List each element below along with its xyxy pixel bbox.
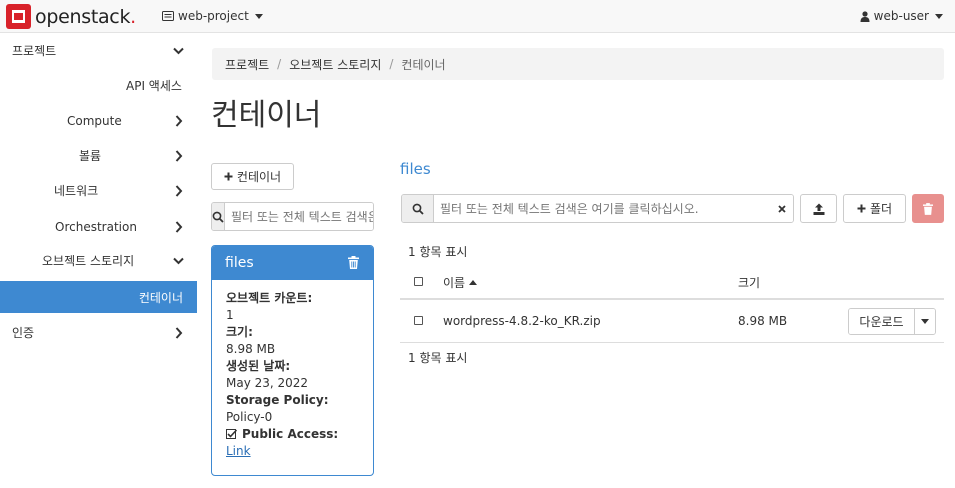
plus-icon [224, 172, 233, 181]
checkbox-checked-icon[interactable] [226, 429, 237, 440]
page-title: 컨테이너 [211, 98, 322, 133]
public-link[interactable]: Link [226, 444, 251, 458]
user-icon [860, 10, 870, 22]
items-count-bottom: 1 항목 표시 [408, 351, 468, 365]
size-value: 8.98 MB [226, 342, 276, 356]
breadcrumb: 프로젝트 / 오브젝트 스토리지 / 컨테이너 [212, 48, 944, 80]
storage-policy-label: Storage Policy: [226, 393, 329, 407]
sidebar-item-identity[interactable]: 인증 [12, 324, 183, 341]
upload-icon [813, 203, 824, 215]
chevron-down-icon [173, 257, 184, 264]
sidebar-item-label: 인증 [12, 326, 35, 340]
caret-down-icon [921, 319, 929, 324]
clear-icon[interactable] [771, 195, 793, 222]
sidebar-item-object-storage[interactable]: 오브젝트 스토리지 [42, 252, 184, 269]
plus-icon [857, 204, 866, 213]
column-size-label: 크기 [738, 276, 761, 290]
breadcrumb-current: 컨테이너 [401, 57, 446, 72]
sidebar-item-orchestration[interactable]: Orchestration [55, 218, 183, 235]
file-name[interactable]: wordpress-4.8.2-ko_KR.zip [443, 314, 601, 328]
delete-selected-button[interactable] [912, 194, 944, 223]
container-card[interactable]: files 오브젝트 카운트: 1 크기: 8.98 MB 생성된 날짜: Ma… [211, 245, 374, 476]
container-search-input[interactable] [225, 203, 373, 230]
files-search [401, 194, 794, 223]
caret-down-icon [935, 13, 943, 19]
sidebar-item-label: 볼륨 [79, 149, 102, 163]
container-card-header[interactable]: files [212, 246, 373, 280]
breadcrumb-item[interactable]: 오브젝트 스토리지 [289, 56, 381, 73]
openstack-logo-icon [6, 4, 31, 29]
sidebar-item-network[interactable]: 네트워크 [54, 182, 183, 199]
breadcrumb-item[interactable]: 프로젝트 [225, 56, 269, 73]
top-navbar: openstack. web-project web-user [0, 0, 955, 33]
download-split-button: 다운로드 [848, 308, 936, 335]
items-count-top: 1 항목 표시 [408, 245, 468, 259]
container-card-body: 오브젝트 카운트: 1 크기: 8.98 MB 생성된 날짜: May 23, … [212, 280, 373, 470]
file-size: 8.98 MB [738, 314, 788, 328]
trash-icon[interactable] [348, 256, 359, 269]
size-label: 크기: [226, 325, 253, 339]
sidebar-item-label: 오브젝트 스토리지 [42, 254, 135, 268]
sidebar-item-api-access[interactable]: API 액세스 [126, 77, 186, 94]
public-access-label: Public Access: [242, 427, 339, 441]
add-container-button[interactable]: 컨테이너 [211, 163, 294, 190]
chevron-right-icon [175, 184, 183, 197]
search-icon [402, 195, 434, 222]
search-icon [212, 203, 225, 230]
chevron-down-icon [173, 47, 184, 54]
chevron-right-icon [175, 326, 183, 339]
project-icon [162, 11, 174, 21]
project-selector[interactable]: web-project [162, 9, 263, 23]
public-access-row: Public Access: [226, 426, 359, 443]
files-heading: files [400, 160, 431, 178]
sidebar-item-label: API 액세스 [126, 79, 182, 93]
sidebar-item-compute[interactable]: Compute [67, 112, 183, 129]
column-size-header: 크기 [738, 274, 760, 291]
add-folder-button[interactable]: 폴더 [843, 194, 906, 223]
sidebar-item-label: 컨테이너 [138, 290, 183, 305]
select-all-checkbox[interactable] [414, 277, 423, 286]
files-search-input[interactable] [434, 195, 771, 222]
created-value: May 23, 2022 [226, 376, 309, 390]
files-table-header: 이름 크기 [400, 264, 944, 300]
project-name: web-project [178, 9, 249, 23]
sidebar-item-label: Compute [67, 113, 122, 128]
sidebar-item-project[interactable]: 프로젝트 [12, 42, 184, 59]
breadcrumb-separator: / [389, 57, 394, 71]
user-name: web-user [873, 9, 929, 23]
column-name-label: 이름 [443, 276, 466, 290]
user-menu[interactable]: web-user [860, 9, 943, 23]
created-label: 생성된 날짜: [226, 359, 291, 373]
sidebar-item-label: Orchestration [55, 219, 137, 234]
object-count-value: 1 [226, 308, 234, 322]
sidebar: 프로젝트 API 액세스 Compute 볼륨 네트워크 Orchestrati… [0, 33, 197, 488]
more-actions-button[interactable] [915, 309, 935, 334]
add-folder-label: 폴더 [869, 202, 893, 216]
column-name-header[interactable]: 이름 [443, 274, 478, 291]
container-name: files [225, 255, 254, 271]
add-container-label: 컨테이너 [236, 170, 282, 184]
breadcrumb-separator: / [277, 57, 282, 71]
row-checkbox[interactable] [414, 316, 423, 325]
caret-down-icon [254, 13, 263, 19]
object-count-label: 오브젝트 카운트: [226, 291, 313, 305]
sort-asc-icon [469, 280, 478, 285]
download-button[interactable]: 다운로드 [849, 309, 915, 334]
openstack-logo[interactable]: openstack. [6, 4, 136, 29]
sidebar-item-volumes[interactable]: 볼륨 [79, 147, 183, 164]
container-search [211, 202, 374, 231]
storage-policy-value: Policy-0 [226, 410, 273, 424]
chevron-right-icon [175, 220, 183, 233]
brand-name: openstack. [35, 5, 136, 28]
chevron-right-icon [175, 149, 183, 162]
upload-button[interactable] [800, 194, 837, 223]
sidebar-item-label: 프로젝트 [12, 44, 57, 58]
sidebar-item-label: 네트워크 [54, 184, 99, 198]
chevron-right-icon [175, 114, 183, 127]
trash-icon [923, 202, 933, 215]
sidebar-item-containers[interactable]: 컨테이너 [0, 281, 197, 313]
